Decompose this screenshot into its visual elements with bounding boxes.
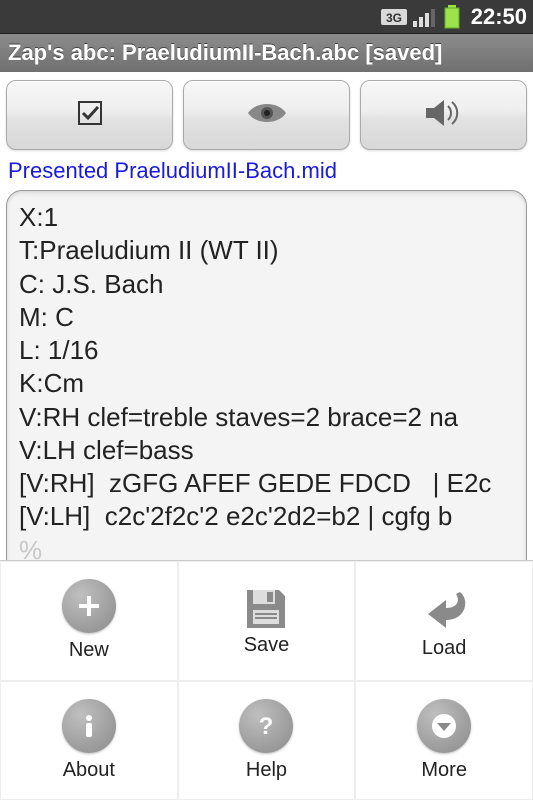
menu-item-save[interactable]: Save <box>178 561 356 681</box>
menu-label-load: Load <box>422 637 467 660</box>
options-menu: New Save Load About ? Help More <box>0 560 533 800</box>
menu-item-more[interactable]: More <box>355 681 533 800</box>
menu-label-new: New <box>69 639 109 662</box>
menu-label-save: Save <box>244 634 290 657</box>
menu-item-load[interactable]: Load <box>355 561 533 681</box>
svg-text:?: ? <box>259 713 274 740</box>
floppy-disk-icon <box>241 584 291 634</box>
menu-label-about: About <box>63 759 115 782</box>
menu-label-help: Help <box>246 759 287 782</box>
menu-item-help[interactable]: ? Help <box>178 681 356 800</box>
android-status-bar: 3G 22:50 <box>0 0 533 34</box>
undo-arrow-icon <box>416 582 472 637</box>
battery-icon <box>443 5 461 29</box>
app-title-text: Zap's abc: PraeludiumII-Bach.abc [saved] <box>8 40 442 66</box>
plus-icon <box>62 579 116 633</box>
eye-icon <box>246 99 288 132</box>
chevron-down-circle-icon <box>417 699 471 753</box>
app-title-bar: Zap's abc: PraeludiumII-Bach.abc [saved] <box>0 34 533 72</box>
toolbar <box>0 72 533 156</box>
menu-item-about[interactable]: About <box>0 681 178 800</box>
info-icon <box>62 699 116 753</box>
question-icon: ? <box>239 699 293 753</box>
speaker-icon <box>424 98 464 133</box>
play-sound-button[interactable] <box>360 80 527 150</box>
view-button[interactable] <box>183 80 350 150</box>
menu-item-new[interactable]: New <box>0 561 178 681</box>
checkbox-checked-icon <box>76 99 104 132</box>
status-message: Presented PraeludiumII-Bach.mid <box>0 156 533 188</box>
clock-text: 22:50 <box>471 4 527 30</box>
signal-icon <box>413 7 437 27</box>
check-button[interactable] <box>6 80 173 150</box>
svg-text:3G: 3G <box>386 11 402 25</box>
menu-label-more: More <box>421 759 467 782</box>
3g-icon: 3G <box>381 7 407 27</box>
